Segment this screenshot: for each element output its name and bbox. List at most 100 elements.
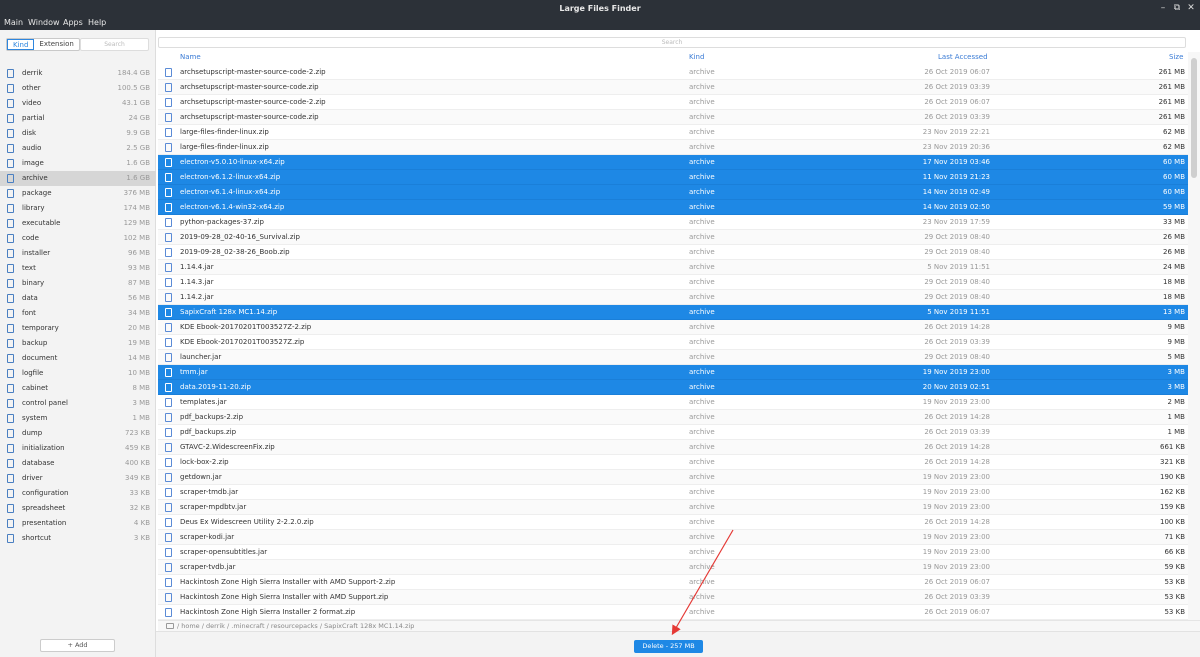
minimize-icon[interactable]: – [1158, 3, 1168, 13]
file-type-icon [7, 399, 14, 408]
sidebar-item-image[interactable]: image 1.6 GB [0, 156, 156, 171]
table-row[interactable]: pdf_backups.zip archive 26 Oct 2019 03:39 1… [158, 425, 1188, 440]
scrollbar[interactable] [1188, 52, 1200, 620]
table-row[interactable]: 1.14.2.jar archive 29 Oct 2019 08:40 18 MB [158, 290, 1188, 305]
table-row[interactable]: scraper-opensubtitles.jar archive 19 Nov 2… [158, 545, 1188, 560]
table-row[interactable]: templates.jar archive 19 Nov 2019 23:00 2 M… [158, 395, 1188, 410]
table-row[interactable]: scraper-tmdb.jar archive 19 Nov 2019 23:00… [158, 485, 1188, 500]
sidebar-search-input[interactable]: Search [80, 38, 149, 51]
sidebar-item-audio[interactable]: audio 2.5 GB [0, 141, 156, 156]
file-name: KDE Ebook-20170201T003527Z.zip [180, 338, 305, 346]
table-row[interactable]: scraper-kodi.jar archive 19 Nov 2019 23:00… [158, 530, 1188, 545]
sidebar-item-derrik[interactable]: derrik 184.4 GB [0, 66, 156, 81]
archive-icon [165, 473, 172, 482]
table-row[interactable]: archsetupscript-master-source-code-2.zip… [158, 95, 1188, 110]
table-row[interactable]: 1.14.3.jar archive 29 Oct 2019 08:40 18 MB [158, 275, 1188, 290]
sidebar-item-library[interactable]: library 174 MB [0, 201, 156, 216]
sidebar-item-code[interactable]: code 102 MB [0, 231, 156, 246]
delete-button[interactable]: Delete - 257 MB [634, 640, 703, 653]
file-last-accessed: 26 Oct 2019 06:07 [924, 608, 990, 616]
menu-window[interactable]: Window [28, 18, 60, 27]
table-row[interactable]: scraper-tvdb.jar archive 19 Nov 2019 23:00… [158, 560, 1188, 575]
table-row[interactable]: SapixCraft 128x MC1.14.zip archive 5 Nov 2… [158, 305, 1188, 320]
column-kind[interactable]: Kind [689, 53, 704, 61]
sidebar-item-font[interactable]: font 34 MB [0, 306, 156, 321]
sidebar-item-video[interactable]: video 43.1 GB [0, 96, 156, 111]
sidebar-item-control-panel[interactable]: control panel 3 MB [0, 396, 156, 411]
sidebar-item-database[interactable]: database 400 KB [0, 456, 156, 471]
sidebar-item-disk[interactable]: disk 9.9 GB [0, 126, 156, 141]
column-name[interactable]: Name [180, 53, 201, 61]
table-row[interactable]: Deus Ex Widescreen Utility 2-2.2.0.zip ar… [158, 515, 1188, 530]
table-row[interactable]: 1.14.4.jar archive 5 Nov 2019 11:51 24 MB [158, 260, 1188, 275]
sidebar-item-spreadsheet[interactable]: spreadsheet 32 KB [0, 501, 156, 516]
table-row[interactable]: 2019-09-28_02-38-26_Boob.zip archive 29 Oc… [158, 245, 1188, 260]
menu-apps[interactable]: Apps [63, 18, 83, 27]
sidebar-item-backup[interactable]: backup 19 MB [0, 336, 156, 351]
sidebar-item-installer[interactable]: installer 96 MB [0, 246, 156, 261]
table-row[interactable]: large-files-finder-linux.zip archive 23 No… [158, 125, 1188, 140]
table-row[interactable]: scraper-mpdbtv.jar archive 19 Nov 2019 23:… [158, 500, 1188, 515]
table-row[interactable]: data.2019-11-20.zip archive 20 Nov 2019 02… [158, 380, 1188, 395]
sidebar-item-driver[interactable]: driver 349 KB [0, 471, 156, 486]
sidebar-item-document[interactable]: document 14 MB [0, 351, 156, 366]
close-icon[interactable]: ✕ [1186, 3, 1196, 13]
scrollbar-thumb[interactable] [1191, 58, 1197, 178]
file-kind: archive [689, 413, 715, 421]
table-row[interactable]: archsetupscript-master-source-code-2.zip… [158, 65, 1188, 80]
table-row[interactable]: electron-v6.1.4-win32-x64.zip archive 14 N… [158, 200, 1188, 215]
sidebar-item-logfile[interactable]: logfile 10 MB [0, 366, 156, 381]
sidebar-item-dump[interactable]: dump 723 KB [0, 426, 156, 441]
table-row[interactable]: electron-v6.1.4-linux-x64.zip archive 14 N… [158, 185, 1188, 200]
menu-main[interactable]: Main [4, 18, 23, 27]
sidebar-item-label: driver [22, 474, 43, 482]
file-type-icon [7, 459, 14, 468]
file-type-icon [7, 309, 14, 318]
segment-kind[interactable]: Kind [7, 39, 35, 50]
sidebar-item-system[interactable]: system 1 MB [0, 411, 156, 426]
sidebar-item-binary[interactable]: binary 87 MB [0, 276, 156, 291]
table-row[interactable]: python-packages-37.zip archive 23 Nov 2019… [158, 215, 1188, 230]
column-last-accessed[interactable]: Last Accessed [938, 53, 988, 61]
table-row[interactable]: getdown.jar archive 19 Nov 2019 23:00 190 K… [158, 470, 1188, 485]
add-button[interactable]: + Add [40, 639, 115, 652]
table-row[interactable]: KDE Ebook-20170201T003527Z-2.zip archive 2… [158, 320, 1188, 335]
segment-extension[interactable]: Extension [34, 39, 78, 50]
menu-help[interactable]: Help [88, 18, 106, 27]
file-size: 159 KB [1160, 503, 1185, 511]
table-row[interactable]: large-files-finder-linux.zip archive 23 No… [158, 140, 1188, 155]
sidebar-item-data[interactable]: data 56 MB [0, 291, 156, 306]
file-kind: archive [689, 503, 715, 511]
sidebar-item-shortcut[interactable]: shortcut 3 KB [0, 531, 156, 546]
sidebar-item-archive[interactable]: archive 1.6 GB [0, 171, 156, 186]
sidebar-item-configuration[interactable]: configuration 33 KB [0, 486, 156, 501]
main-search-input[interactable]: Search [158, 37, 1186, 48]
sidebar-item-cabinet[interactable]: cabinet 8 MB [0, 381, 156, 396]
sidebar-item-other[interactable]: other 100.5 GB [0, 81, 156, 96]
table-row[interactable]: KDE Ebook-20170201T003527Z.zip archive 26 … [158, 335, 1188, 350]
file-kind: archive [689, 218, 715, 226]
table-row[interactable]: archsetupscript-master-source-code.zip ar… [158, 80, 1188, 95]
table-row[interactable]: lock-box-2.zip archive 26 Oct 2019 14:28 32… [158, 455, 1188, 470]
sidebar-item-text[interactable]: text 93 MB [0, 261, 156, 276]
table-row[interactable]: Hackintosh Zone High Sierra Installer 2 … [158, 605, 1188, 620]
table-row[interactable]: archsetupscript-master-source-code.zip ar… [158, 110, 1188, 125]
sidebar-item-initialization[interactable]: initialization 459 KB [0, 441, 156, 456]
table-row[interactable]: Hackintosh Zone High Sierra Installer wi… [158, 590, 1188, 605]
table-row[interactable]: pdf_backups-2.zip archive 26 Oct 2019 14:2… [158, 410, 1188, 425]
sidebar-item-partial[interactable]: partial 24 GB [0, 111, 156, 126]
table-row[interactable]: launcher.jar archive 29 Oct 2019 08:40 5 MB [158, 350, 1188, 365]
sidebar-item-presentation[interactable]: presentation 4 KB [0, 516, 156, 531]
table-row[interactable]: Hackintosh Zone High Sierra Installer wi… [158, 575, 1188, 590]
table-row[interactable]: tmm.jar archive 19 Nov 2019 23:00 3 MB [158, 365, 1188, 380]
table-row[interactable]: 2019-09-28_02-40-16_Survival.zip archive 2… [158, 230, 1188, 245]
table-row[interactable]: electron-v5.0.10-linux-x64.zip archive 17 … [158, 155, 1188, 170]
sidebar-item-executable[interactable]: executable 129 MB [0, 216, 156, 231]
sidebar-item-temporary[interactable]: temporary 20 MB [0, 321, 156, 336]
column-size[interactable]: Size [1169, 53, 1183, 61]
maximize-icon[interactable]: ⧉ [1172, 3, 1182, 13]
table-row[interactable]: GTAVC-2.WidescreenFix.zip archive 26 Oct 2… [158, 440, 1188, 455]
table-row[interactable]: electron-v6.1.2-linux-x64.zip archive 11 N… [158, 170, 1188, 185]
sidebar-item-size: 100.5 GB [117, 84, 151, 92]
sidebar-item-package[interactable]: package 376 MB [0, 186, 156, 201]
